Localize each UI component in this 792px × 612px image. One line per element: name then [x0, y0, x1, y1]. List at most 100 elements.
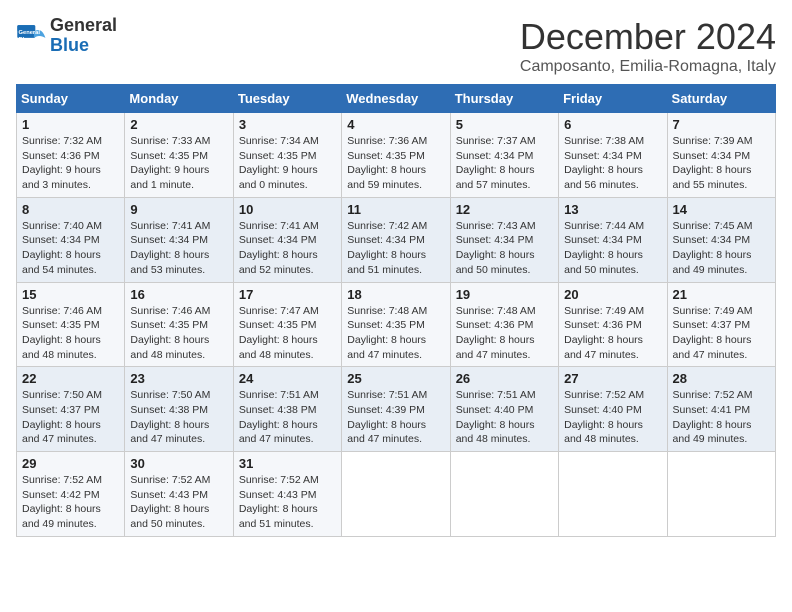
day-number: 20: [564, 287, 661, 302]
weekday-header-friday: Friday: [559, 85, 667, 113]
day-info: Sunrise: 7:48 AMSunset: 4:35 PMDaylight:…: [347, 304, 444, 363]
day-info: Sunrise: 7:34 AMSunset: 4:35 PMDaylight:…: [239, 134, 336, 193]
logo-icon: General Blue: [16, 20, 48, 52]
day-number: 16: [130, 287, 227, 302]
day-info: Sunrise: 7:50 AMSunset: 4:38 PMDaylight:…: [130, 388, 227, 447]
calendar-cell: 26 Sunrise: 7:51 AMSunset: 4:40 PMDayligh…: [450, 367, 558, 452]
day-info: Sunrise: 7:39 AMSunset: 4:34 PMDaylight:…: [673, 134, 770, 193]
day-info: Sunrise: 7:52 AMSunset: 4:42 PMDaylight:…: [22, 473, 119, 532]
day-info: Sunrise: 7:49 AMSunset: 4:37 PMDaylight:…: [673, 304, 770, 363]
calendar-cell: 30 Sunrise: 7:52 AMSunset: 4:43 PMDayligh…: [125, 452, 233, 537]
calendar-week-3: 15 Sunrise: 7:46 AMSunset: 4:35 PMDayligh…: [17, 282, 776, 367]
weekday-header-saturday: Saturday: [667, 85, 775, 113]
day-info: Sunrise: 7:52 AMSunset: 4:41 PMDaylight:…: [673, 388, 770, 447]
day-info: Sunrise: 7:50 AMSunset: 4:37 PMDaylight:…: [22, 388, 119, 447]
day-number: 6: [564, 117, 661, 132]
day-info: Sunrise: 7:51 AMSunset: 4:39 PMDaylight:…: [347, 388, 444, 447]
day-info: Sunrise: 7:46 AMSunset: 4:35 PMDaylight:…: [22, 304, 119, 363]
day-number: 31: [239, 456, 336, 471]
day-number: 2: [130, 117, 227, 132]
day-info: Sunrise: 7:45 AMSunset: 4:34 PMDaylight:…: [673, 219, 770, 278]
day-number: 19: [456, 287, 553, 302]
day-info: Sunrise: 7:32 AMSunset: 4:36 PMDaylight:…: [22, 134, 119, 193]
day-info: Sunrise: 7:47 AMSunset: 4:35 PMDaylight:…: [239, 304, 336, 363]
calendar-week-4: 22 Sunrise: 7:50 AMSunset: 4:37 PMDayligh…: [17, 367, 776, 452]
calendar-cell: 15 Sunrise: 7:46 AMSunset: 4:35 PMDayligh…: [17, 282, 125, 367]
day-number: 25: [347, 371, 444, 386]
day-info: Sunrise: 7:41 AMSunset: 4:34 PMDaylight:…: [130, 219, 227, 278]
day-number: 23: [130, 371, 227, 386]
day-number: 18: [347, 287, 444, 302]
day-number: 29: [22, 456, 119, 471]
day-number: 4: [347, 117, 444, 132]
calendar-cell: 12Sunrise: 7:43 AMSunset: 4:34 PMDayligh…: [450, 197, 558, 282]
day-info: Sunrise: 7:51 AMSunset: 4:38 PMDaylight:…: [239, 388, 336, 447]
day-info: Sunrise: 7:41 AMSunset: 4:34 PMDaylight:…: [239, 219, 336, 278]
day-info: Sunrise: 7:36 AMSunset: 4:35 PMDaylight:…: [347, 134, 444, 193]
day-info: Sunrise: 7:42 AMSunset: 4:34 PMDaylight:…: [347, 219, 444, 278]
day-info: Sunrise: 7:52 AMSunset: 4:43 PMDaylight:…: [130, 473, 227, 532]
day-number: 14: [673, 202, 770, 217]
calendar-cell: [342, 452, 450, 537]
calendar-cell: 20Sunrise: 7:49 AMSunset: 4:36 PMDayligh…: [559, 282, 667, 367]
calendar-cell: 31 Sunrise: 7:52 AMSunset: 4:43 PMDayligh…: [233, 452, 341, 537]
calendar-week-5: 29 Sunrise: 7:52 AMSunset: 4:42 PMDayligh…: [17, 452, 776, 537]
calendar-cell: 29 Sunrise: 7:52 AMSunset: 4:42 PMDayligh…: [17, 452, 125, 537]
day-info: Sunrise: 7:52 AMSunset: 4:43 PMDaylight:…: [239, 473, 336, 532]
calendar-cell: 14 Sunrise: 7:45 AMSunset: 4:34 PMDayligh…: [667, 197, 775, 282]
svg-text:General: General: [19, 30, 41, 36]
day-info: Sunrise: 7:40 AMSunset: 4:34 PMDaylight:…: [22, 219, 119, 278]
calendar-cell: 27 Sunrise: 7:52 AMSunset: 4:40 PMDayligh…: [559, 367, 667, 452]
calendar-cell: 21 Sunrise: 7:49 AMSunset: 4:37 PMDayligh…: [667, 282, 775, 367]
calendar-cell: 1 Sunrise: 7:32 AMSunset: 4:36 PMDaylight…: [17, 113, 125, 198]
calendar-cell: 7 Sunrise: 7:39 AMSunset: 4:34 PMDaylight…: [667, 113, 775, 198]
calendar-cell: [667, 452, 775, 537]
calendar-cell: 22 Sunrise: 7:50 AMSunset: 4:37 PMDayligh…: [17, 367, 125, 452]
logo-text-blue: Blue: [50, 36, 117, 56]
location-title: Camposanto, Emilia-Romagna, Italy: [520, 58, 776, 76]
day-number: 3: [239, 117, 336, 132]
logo: General Blue General Blue: [16, 16, 117, 56]
day-info: Sunrise: 7:51 AMSunset: 4:40 PMDaylight:…: [456, 388, 553, 447]
logo-text-general: General: [50, 16, 117, 36]
day-number: 22: [22, 371, 119, 386]
weekday-header-sunday: Sunday: [17, 85, 125, 113]
calendar-cell: [559, 452, 667, 537]
calendar-cell: 17Sunrise: 7:47 AMSunset: 4:35 PMDayligh…: [233, 282, 341, 367]
calendar-cell: 2Sunrise: 7:33 AMSunset: 4:35 PMDaylight…: [125, 113, 233, 198]
day-number: 15: [22, 287, 119, 302]
day-number: 10: [239, 202, 336, 217]
weekday-header-wednesday: Wednesday: [342, 85, 450, 113]
month-title: December 2024: [520, 16, 776, 58]
day-info: Sunrise: 7:52 AMSunset: 4:40 PMDaylight:…: [564, 388, 661, 447]
calendar-cell: 6 Sunrise: 7:38 AMSunset: 4:34 PMDaylight…: [559, 113, 667, 198]
day-info: Sunrise: 7:44 AMSunset: 4:34 PMDaylight:…: [564, 219, 661, 278]
day-number: 7: [673, 117, 770, 132]
calendar-cell: 13Sunrise: 7:44 AMSunset: 4:34 PMDayligh…: [559, 197, 667, 282]
day-number: 26: [456, 371, 553, 386]
calendar-week-2: 8Sunrise: 7:40 AMSunset: 4:34 PMDaylight…: [17, 197, 776, 282]
calendar-cell: 18 Sunrise: 7:48 AMSunset: 4:35 PMDayligh…: [342, 282, 450, 367]
calendar-cell: 19Sunrise: 7:48 AMSunset: 4:36 PMDayligh…: [450, 282, 558, 367]
calendar-cell: 3 Sunrise: 7:34 AMSunset: 4:35 PMDaylight…: [233, 113, 341, 198]
day-number: 27: [564, 371, 661, 386]
day-number: 24: [239, 371, 336, 386]
calendar-cell: 9Sunrise: 7:41 AMSunset: 4:34 PMDaylight…: [125, 197, 233, 282]
weekday-header-row: SundayMondayTuesdayWednesdayThursdayFrid…: [17, 85, 776, 113]
weekday-header-monday: Monday: [125, 85, 233, 113]
calendar-cell: 11 Sunrise: 7:42 AMSunset: 4:34 PMDayligh…: [342, 197, 450, 282]
day-info: Sunrise: 7:43 AMSunset: 4:34 PMDaylight:…: [456, 219, 553, 278]
day-info: Sunrise: 7:37 AMSunset: 4:34 PMDaylight:…: [456, 134, 553, 193]
day-number: 21: [673, 287, 770, 302]
calendar-cell: 24 Sunrise: 7:51 AMSunset: 4:38 PMDayligh…: [233, 367, 341, 452]
day-info: Sunrise: 7:38 AMSunset: 4:34 PMDaylight:…: [564, 134, 661, 193]
day-number: 30: [130, 456, 227, 471]
calendar-cell: 28Sunrise: 7:52 AMSunset: 4:41 PMDayligh…: [667, 367, 775, 452]
calendar-table: SundayMondayTuesdayWednesdayThursdayFrid…: [16, 84, 776, 537]
day-number: 11: [347, 202, 444, 217]
day-number: 1: [22, 117, 119, 132]
calendar-cell: 25 Sunrise: 7:51 AMSunset: 4:39 PMDayligh…: [342, 367, 450, 452]
day-info: Sunrise: 7:46 AMSunset: 4:35 PMDaylight:…: [130, 304, 227, 363]
calendar-week-1: 1 Sunrise: 7:32 AMSunset: 4:36 PMDaylight…: [17, 113, 776, 198]
calendar-cell: 8Sunrise: 7:40 AMSunset: 4:34 PMDaylight…: [17, 197, 125, 282]
